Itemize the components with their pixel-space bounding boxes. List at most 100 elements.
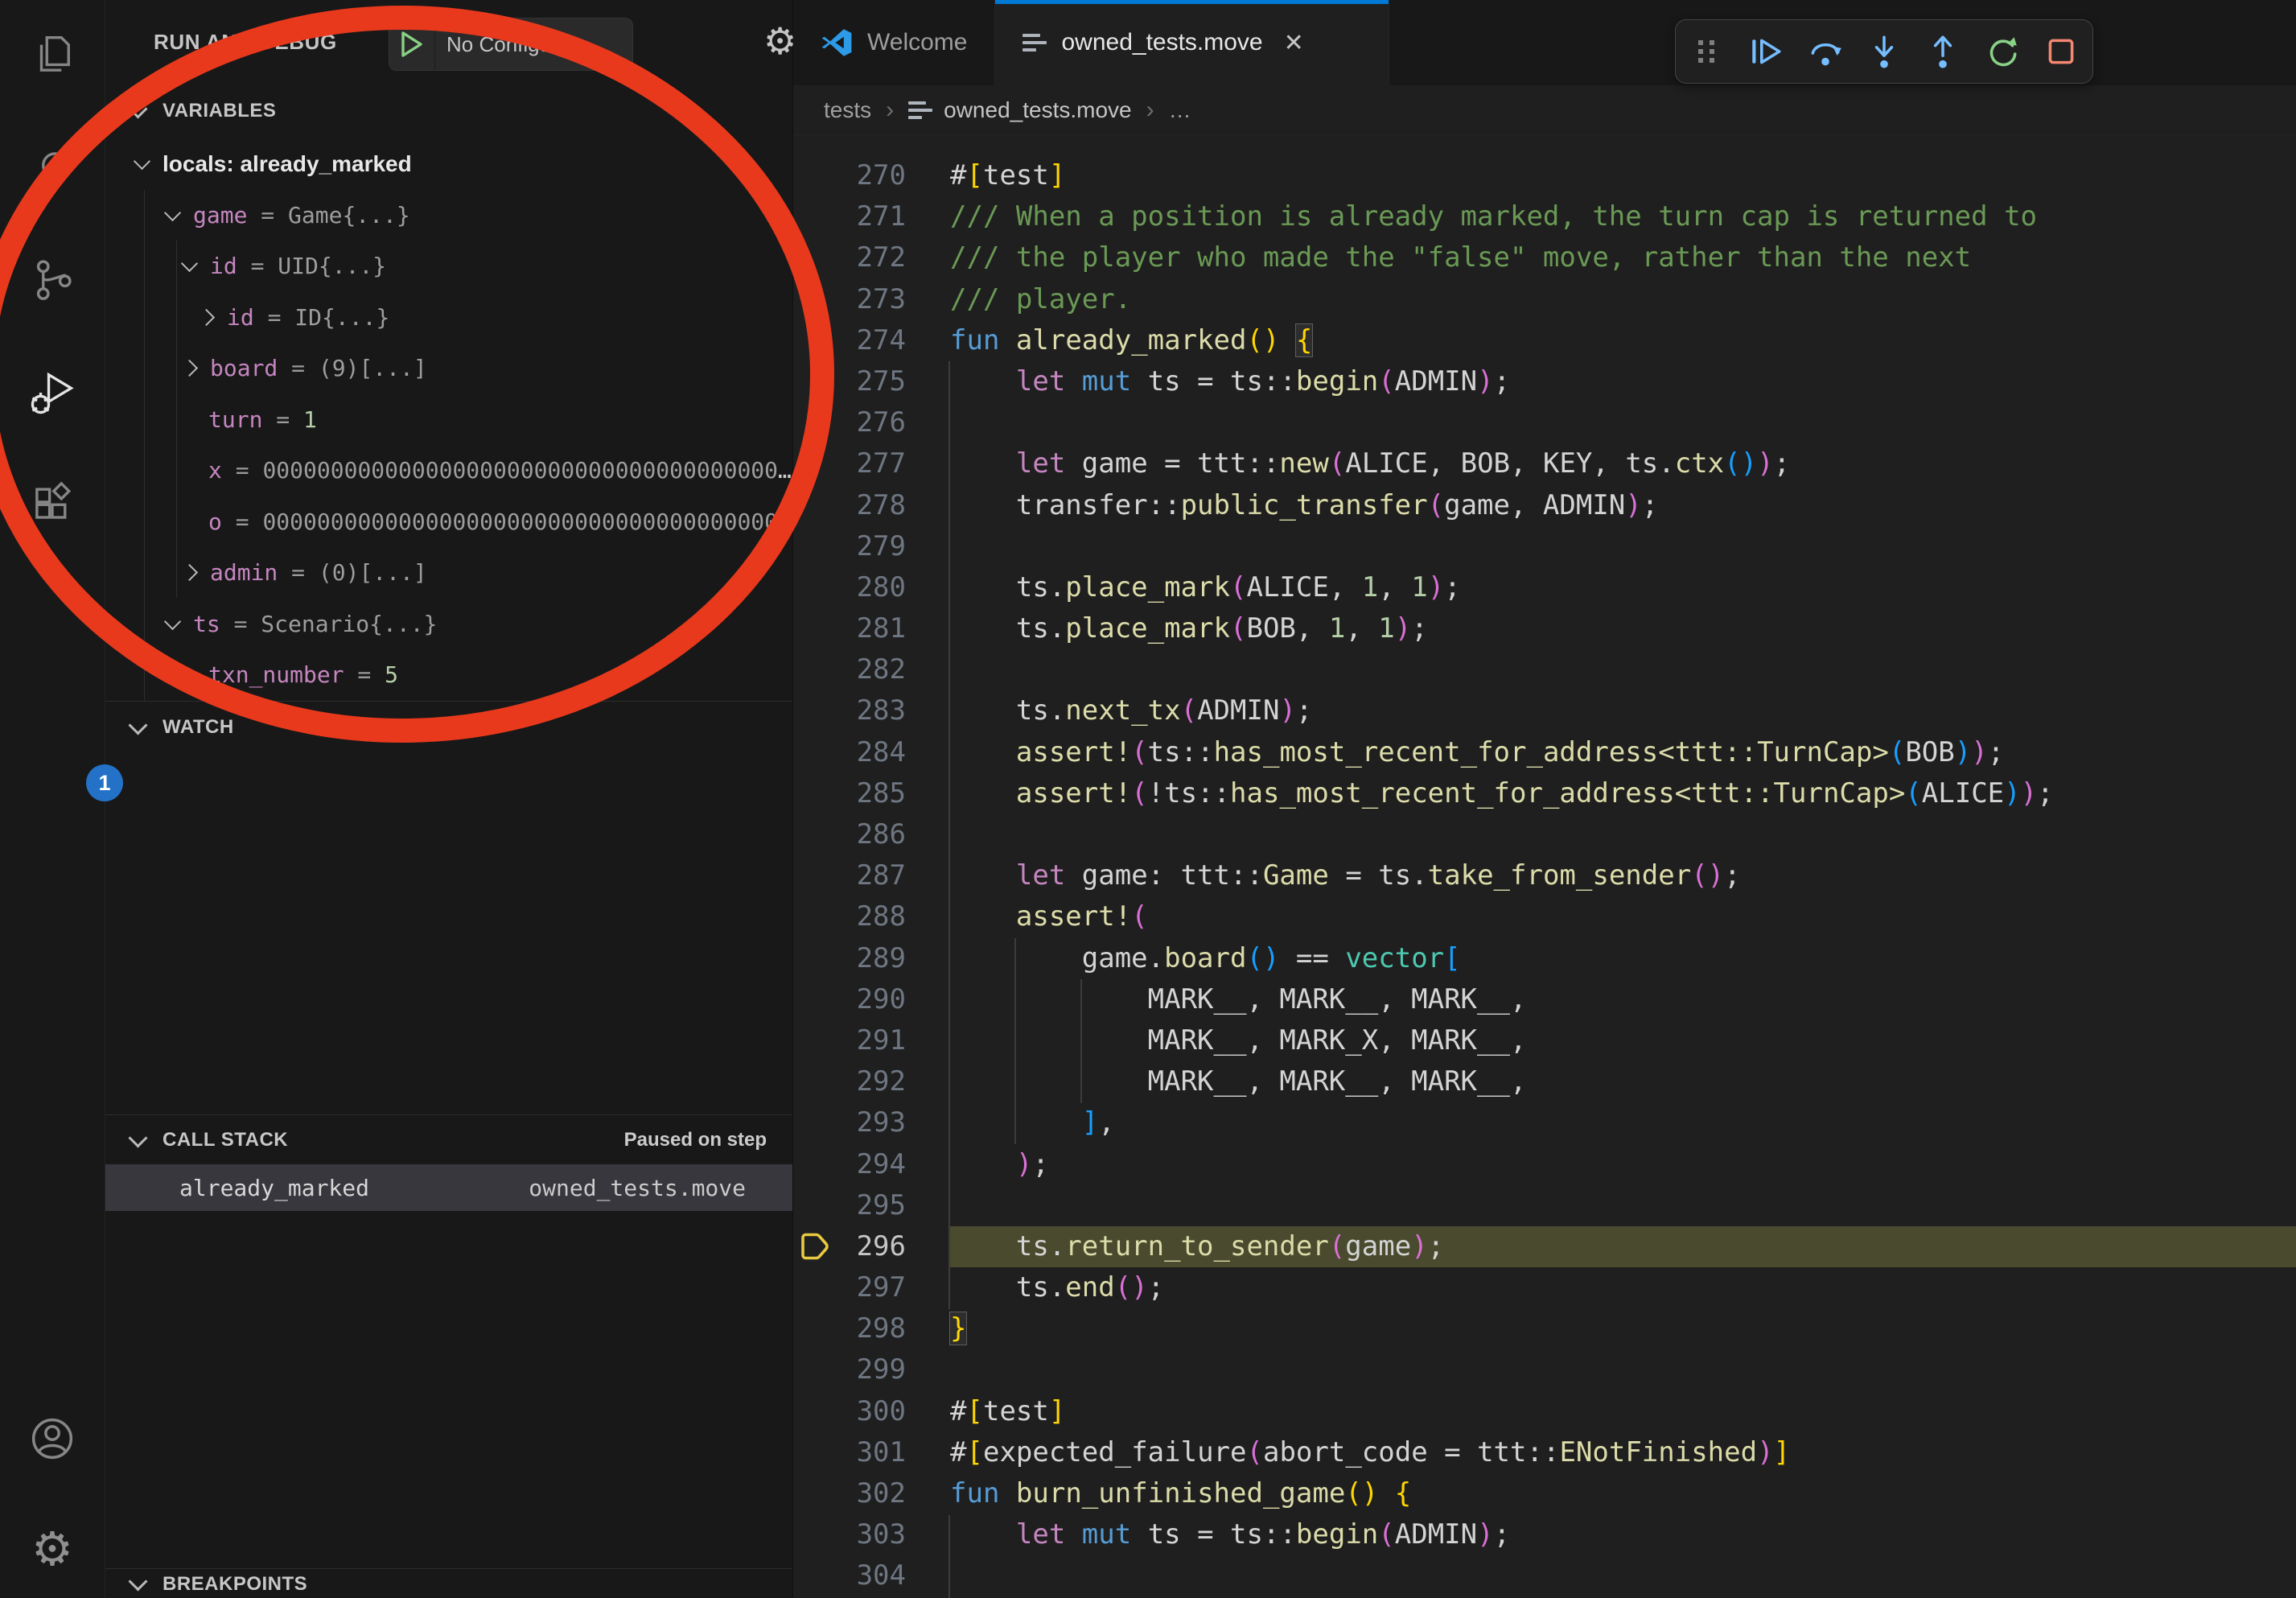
watch-section-header[interactable]: WATCH [105, 701, 792, 753]
variables-scope-row[interactable]: locals: already_marked [105, 138, 792, 190]
code-line-275[interactable]: 275 let mut ts = ts::begin(ADMIN); [793, 361, 2296, 402]
code-line-303[interactable]: 303 let mut ts = ts::begin(ADMIN); [793, 1514, 2296, 1555]
code-line-content[interactable]: MARK__, MARK__, MARK__, [950, 1061, 2296, 1102]
variable-row-board[interactable]: board = (9)[...] [105, 343, 792, 394]
code-line-282[interactable]: 282 [793, 649, 2296, 690]
code-line-content[interactable]: let game: ttt::Game = ts.take_from_sende… [950, 855, 2296, 896]
code-line-content[interactable]: } [950, 1308, 2296, 1349]
line-number[interactable]: 278 [793, 485, 950, 526]
code-line-content[interactable]: assert!( [950, 896, 2296, 937]
tab-owned-tests-move[interactable]: owned_tests.move ✕ [995, 0, 1389, 85]
code-line-289[interactable]: 289 game.board() == vector[ [793, 938, 2296, 979]
code-line-301[interactable]: 301#[expected_failure(abort_code = ttt::… [793, 1432, 2296, 1473]
code-line-content[interactable]: let mut ts = ts::begin(ADMIN); [950, 1514, 2296, 1555]
code-line-277[interactable]: 277 let game = ttt::new(ALICE, BOB, KEY,… [793, 443, 2296, 484]
line-number[interactable]: 295 [793, 1185, 950, 1226]
code-line-content[interactable]: let mut ts = ts::begin(ADMIN); [950, 361, 2296, 402]
variable-row-id[interactable]: id = ID{...} [105, 292, 792, 344]
close-tab-icon[interactable]: ✕ [1284, 29, 1304, 57]
line-number[interactable]: 301 [793, 1432, 950, 1473]
code-line-content[interactable]: ], [950, 1102, 2296, 1143]
chevron-down-icon[interactable] [164, 613, 181, 630]
code-line-295[interactable]: 295 [793, 1185, 2296, 1226]
code-line-286[interactable]: 286 [793, 814, 2296, 855]
line-number[interactable]: 287 [793, 855, 950, 896]
line-number[interactable]: 279 [793, 526, 950, 567]
code-line-271[interactable]: 271/// When a position is already marked… [793, 196, 2296, 237]
restart-button[interactable] [1984, 33, 2021, 70]
line-number[interactable]: 299 [793, 1349, 950, 1390]
variable-row-turn[interactable]: turn = 1 [105, 394, 792, 446]
code-line-296[interactable]: 296 ts.return_to_sender(game); [793, 1226, 2296, 1267]
toolbar-drag-grip[interactable] [1689, 33, 1726, 70]
code-line-content[interactable] [950, 402, 2296, 443]
code-line-283[interactable]: 283 ts.next_tx(ADMIN); [793, 690, 2296, 731]
line-number[interactable]: 270 [793, 155, 950, 196]
chevron-right-icon[interactable] [181, 564, 198, 581]
line-number[interactable]: 290 [793, 979, 950, 1020]
code-line-content[interactable]: assert!(ts::has_most_recent_for_address<… [950, 732, 2296, 773]
line-number[interactable]: 292 [793, 1061, 950, 1102]
code-line-content[interactable]: assert!(!ts::has_most_recent_for_address… [950, 773, 2296, 814]
line-number[interactable]: 297 [793, 1267, 950, 1308]
line-number[interactable]: 286 [793, 814, 950, 855]
code-line-273[interactable]: 273/// player. [793, 279, 2296, 320]
line-number[interactable]: 294 [793, 1144, 950, 1185]
continue-button[interactable] [1747, 33, 1784, 70]
code-line-281[interactable]: 281 ts.place_mark(BOB, 1, 1); [793, 608, 2296, 649]
chevron-down-icon[interactable] [563, 32, 582, 51]
code-line-content[interactable] [950, 649, 2296, 690]
code-line-content[interactable]: ts.next_tx(ADMIN); [950, 690, 2296, 731]
variable-row-game[interactable]: game = Game{...} [105, 190, 792, 241]
code-line-content[interactable]: #[expected_failure(abort_code = ttt::ENo… [950, 1432, 2296, 1473]
code-line-285[interactable]: 285 assert!(!ts::has_most_recent_for_add… [793, 773, 2296, 814]
code-line-284[interactable]: 284 assert!(ts::has_most_recent_for_addr… [793, 732, 2296, 773]
call-stack-frame[interactable]: already_marked owned_tests.move [105, 1164, 792, 1211]
line-number[interactable]: 283 [793, 690, 950, 731]
extensions-icon[interactable] [28, 479, 76, 527]
code-line-content[interactable]: fun already_marked() { [950, 320, 2296, 361]
code-line-287[interactable]: 287 let game: ttt::Game = ts.take_from_s… [793, 855, 2296, 896]
code-editor[interactable]: 270#[test]271/// When a position is alre… [793, 135, 2296, 1598]
variable-row-id[interactable]: id = UID{...} [105, 241, 792, 292]
code-line-298[interactable]: 298} [793, 1308, 2296, 1349]
line-number[interactable]: 304 [793, 1555, 950, 1596]
step-over-button[interactable] [1807, 33, 1844, 70]
line-number[interactable]: 298 [793, 1308, 950, 1349]
stop-button[interactable] [2043, 33, 2080, 70]
chevron-down-icon[interactable] [181, 255, 198, 272]
code-line-288[interactable]: 288 assert!( [793, 896, 2296, 937]
code-line-content[interactable] [950, 814, 2296, 855]
line-number[interactable]: 284 [793, 732, 950, 773]
code-line-300[interactable]: 300#[test] [793, 1391, 2296, 1432]
line-number[interactable]: 303 [793, 1514, 950, 1555]
line-number[interactable]: 273 [793, 279, 950, 320]
call-stack-section-header[interactable]: CALL STACK Paused on step [105, 1114, 792, 1165]
code-line-content[interactable]: game.board() == vector[ [950, 938, 2296, 979]
code-line-299[interactable]: 299 [793, 1349, 2296, 1390]
code-line-280[interactable]: 280 ts.place_mark(ALICE, 1, 1); [793, 567, 2296, 608]
code-line-279[interactable]: 279 [793, 526, 2296, 567]
line-number[interactable]: 293 [793, 1102, 950, 1143]
variable-row-txn_number[interactable]: txn_number = 5 [105, 649, 792, 701]
code-line-content[interactable]: #[test] [950, 155, 2296, 196]
code-line-content[interactable]: ts.return_to_sender(game); [950, 1226, 2296, 1267]
code-line-292[interactable]: 292 MARK__, MARK__, MARK__, [793, 1061, 2296, 1102]
code-line-content[interactable]: transfer::public_transfer(game, ADMIN); [950, 485, 2296, 526]
code-line-content[interactable]: MARK__, MARK__, MARK__, [950, 979, 2296, 1020]
code-line-content[interactable]: #[test] [950, 1391, 2296, 1432]
line-number[interactable]: 274 [793, 320, 950, 361]
breadcrumb-item[interactable]: owned_tests.move [944, 97, 1131, 123]
code-line-content[interactable] [950, 1349, 2296, 1390]
line-number[interactable]: 277 [793, 443, 950, 484]
chevron-down-icon[interactable] [134, 153, 150, 170]
line-number[interactable]: 289 [793, 938, 950, 979]
line-number[interactable]: 275 [793, 361, 950, 402]
line-number[interactable]: 291 [793, 1020, 950, 1061]
line-number[interactable]: 281 [793, 608, 950, 649]
chevron-right-icon[interactable] [181, 360, 198, 377]
code-line-content[interactable]: MARK__, MARK_X, MARK__, [950, 1020, 2296, 1061]
line-number[interactable]: 288 [793, 896, 950, 937]
code-line-content[interactable]: ts.place_mark(BOB, 1, 1); [950, 608, 2296, 649]
code-line-content[interactable]: ts.end(); [950, 1267, 2296, 1308]
